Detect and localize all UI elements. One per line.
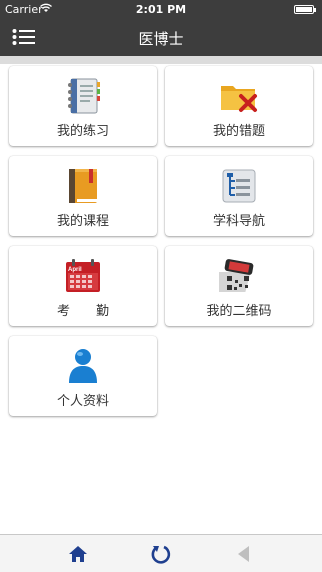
tile-attendance[interactable]: April 考 勤: [9, 246, 157, 326]
qr-code-phone-icon: [219, 259, 254, 292]
tile-subject-nav[interactable]: 学科导航: [165, 156, 313, 236]
tile-label: 考 勤: [56, 304, 109, 319]
battery-icon: [294, 5, 316, 14]
tile-my-courses[interactable]: 我的课程: [9, 156, 157, 236]
tree-list-icon: [222, 169, 256, 203]
calendar-month-label: April: [68, 267, 82, 273]
person-icon: [69, 349, 97, 383]
nav-bar: 医博士: [0, 20, 322, 56]
tile-label: 个人资料: [56, 394, 109, 409]
book-icon: [69, 169, 97, 203]
tile-label: 我的错题: [212, 124, 265, 139]
tab-bar: [0, 534, 322, 572]
tile-label: 我的课程: [56, 214, 109, 229]
divider: [0, 56, 322, 64]
home-icon[interactable]: [67, 543, 89, 565]
tile-my-mistakes[interactable]: 我的错题: [165, 66, 313, 146]
status-bar: Carrier 2:01 PM: [0, 0, 322, 20]
tile-label: 学科导航: [212, 214, 265, 229]
tile-my-qr-code[interactable]: 我的二维码: [165, 246, 313, 326]
refresh-icon[interactable]: [150, 543, 172, 565]
page-title: 医博士: [138, 30, 184, 48]
folder-delete-icon: [221, 86, 257, 112]
calendar-icon: April: [66, 259, 100, 292]
back-icon[interactable]: [233, 543, 255, 565]
tile-label: 我的二维码: [206, 304, 272, 319]
clock: 2:01 PM: [135, 3, 187, 16]
notebook-icon: [68, 78, 100, 114]
tile-profile[interactable]: 个人资料: [9, 336, 157, 416]
tile-label: 我的练习: [56, 124, 109, 139]
tile-my-practice[interactable]: 我的练习: [9, 66, 157, 146]
